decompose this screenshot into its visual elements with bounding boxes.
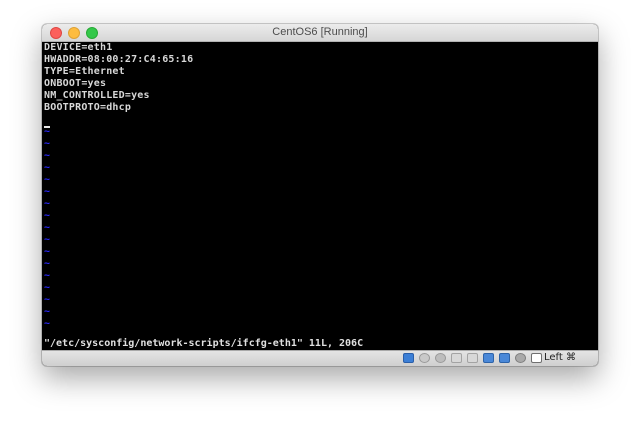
usb-icon[interactable]: [467, 353, 478, 363]
host-key-label: Left ⌘: [544, 352, 576, 363]
audio-icon[interactable]: [435, 353, 446, 363]
file-line: NM_CONTROLLED=yes: [44, 90, 150, 101]
empty-line-marker: ~: [44, 282, 51, 293]
empty-line-marker: ~: [44, 138, 51, 149]
empty-line-marker: ~: [44, 198, 51, 209]
empty-line-marker: ~: [44, 234, 51, 245]
file-line: HWADDR=08:00:27:C4:65:16: [44, 54, 194, 65]
vm-console-screen[interactable]: DEVICE=eth1 HWADDR=08:00:27:C4:65:16 TYP…: [42, 42, 598, 350]
window-titlebar[interactable]: CentOS6 [Running]: [42, 24, 598, 42]
keyboard-capture-icon[interactable]: [531, 353, 542, 363]
virtualbox-vm-window: CentOS6 [Running] DEVICE=eth1 HWADDR=08:…: [42, 24, 598, 366]
empty-line-marker: ~: [44, 222, 51, 233]
file-line: TYPE=Ethernet: [44, 66, 125, 77]
empty-line-marker: ~: [44, 318, 51, 329]
file-line: BOOTPROTO=dhcp: [44, 102, 132, 113]
empty-line-marker: ~: [44, 186, 51, 197]
vi-status-line: "/etc/sysconfig/network-scripts/ifcfg-et…: [44, 338, 364, 349]
empty-line-marker: ~: [44, 162, 51, 173]
empty-line-marker: ~: [44, 210, 51, 221]
empty-line-marker: ~: [44, 150, 51, 161]
window-title: CentOS6 [Running]: [272, 26, 368, 38]
vm-status-bar: Left ⌘: [42, 350, 598, 366]
display-icon[interactable]: [499, 353, 510, 363]
empty-line-marker: ~: [44, 306, 51, 317]
empty-line-marker: ~: [44, 126, 51, 137]
hard-disk-icon[interactable]: [403, 353, 414, 363]
video-capture-icon[interactable]: [515, 353, 526, 363]
file-line: DEVICE=eth1: [44, 42, 113, 53]
shared-folder-icon[interactable]: [483, 353, 494, 363]
empty-line-marker: ~: [44, 246, 51, 257]
optical-drive-icon[interactable]: [419, 353, 430, 363]
network-icon[interactable]: [451, 353, 462, 363]
empty-line-marker: ~: [44, 294, 51, 305]
empty-line-marker: ~: [44, 258, 51, 269]
empty-line-marker: ~: [44, 174, 51, 185]
empty-line-marker: ~: [44, 270, 51, 281]
file-line: ONBOOT=yes: [44, 78, 107, 89]
